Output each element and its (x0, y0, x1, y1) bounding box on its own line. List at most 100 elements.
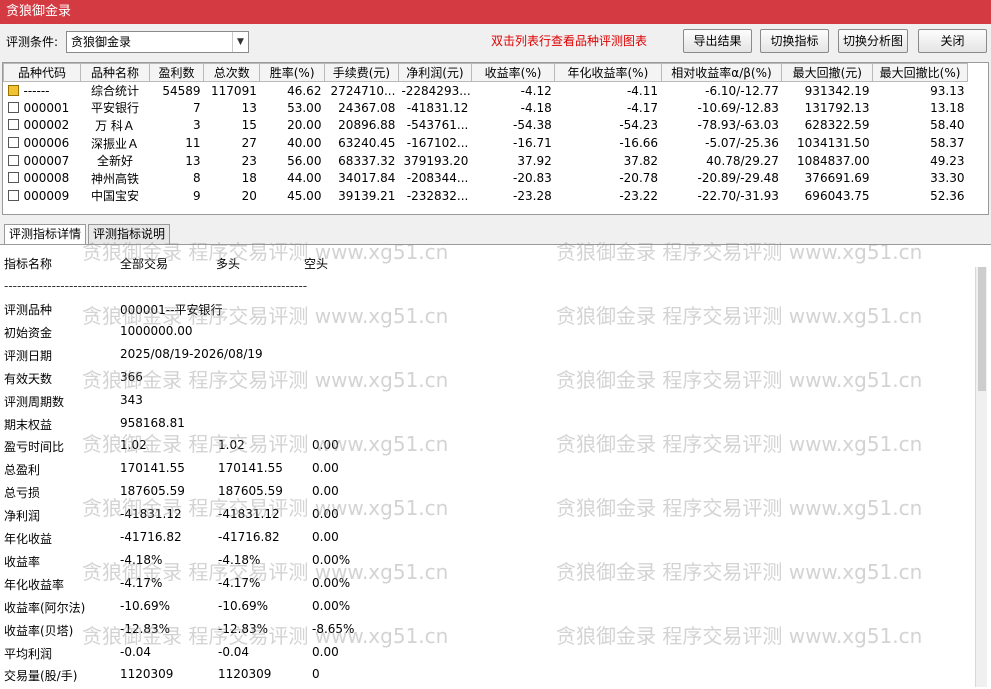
cell-code: 000001 (4, 99, 81, 117)
cell-value: 33.30 (873, 169, 968, 187)
col-header[interactable]: 收益率(%) (470, 63, 556, 82)
col-header[interactable]: 盈利数 (148, 63, 205, 82)
cell-value: -10.69/-12.83 (661, 99, 782, 117)
cell-value: 52.36 (873, 187, 968, 205)
export-button[interactable]: 导出结果 (683, 29, 752, 53)
detail-value-short: 0.00 (312, 438, 339, 453)
cell-text: 93.13 (930, 83, 965, 98)
col-header[interactable]: 总次数 (203, 63, 261, 82)
cell-value: 27 (204, 134, 260, 152)
table-row[interactable]: 000008 神州高铁 8 18 44.00 34017.84 -208344... -20.… (4, 169, 968, 187)
cell-value: 58.40 (873, 117, 968, 135)
tab-indicator-detail[interactable]: 评测指标详情 (4, 224, 87, 245)
detail-scrollbar[interactable] (975, 267, 987, 687)
cell-name: 平安银行 (81, 99, 150, 117)
cell-text: 37.92 (517, 153, 552, 168)
col-header[interactable]: 相对收益率α/β(%) (660, 63, 783, 82)
table-row[interactable]: 000007 全新好 13 23 56.00 68337.32 379193.20 37.92… (4, 152, 968, 170)
cell-text: 3 (192, 118, 201, 133)
cell-value: 37.82 (555, 152, 661, 170)
tab-indicator-explain[interactable]: 评测指标说明 (88, 224, 171, 244)
stock-icon (7, 119, 19, 131)
detail-value-all: -4.17% (120, 575, 163, 590)
detail-label: 净利润 (4, 509, 41, 524)
cell-value: -6.10/-12.77 (661, 82, 782, 100)
cell-text: 58.40 (930, 118, 965, 133)
cell-text: 54589 (162, 83, 201, 98)
condition-select-value: 贪狼御金录 (71, 35, 132, 49)
cell-text: -4.18 (520, 100, 552, 115)
cell-text: 379193.20 (403, 153, 469, 168)
cell-text: 13.18 (930, 100, 965, 115)
cell-name: 深振业Ａ (81, 134, 150, 152)
cell-text: -5.07/-25.36 (705, 136, 779, 151)
cell-value: 931342.19 (782, 82, 873, 100)
cell-value: 13 (204, 99, 260, 117)
detail-value-long: -4.18% (218, 552, 261, 567)
cell-value: 34017.84 (324, 169, 398, 187)
cell-value: 20 (204, 187, 260, 205)
col-header[interactable]: 最大回撤比(%) (872, 63, 968, 82)
detail-label: 交易量(股/手) (4, 669, 78, 684)
detail-panel[interactable]: 指标名称 全部交易 多头 空头 ------------------------… (0, 244, 991, 689)
col-header[interactable]: 品种代码 (3, 63, 82, 82)
cell-value: -2284293... (398, 82, 471, 100)
cell-text: 628322.59 (804, 118, 870, 133)
table-row[interactable]: 000002 万 科Ａ 3 15 20.00 20896.88 -543761... -54.… (4, 117, 968, 135)
switch-chart-button[interactable]: 切换分析图 (838, 29, 908, 53)
switch-indicator-button[interactable]: 切换指标 (760, 29, 829, 53)
cell-value: 1034131.50 (782, 134, 873, 152)
cell-value: -22.70/-31.93 (661, 187, 782, 205)
cell-code: 000007 (4, 152, 81, 170)
table-row[interactable]: 000001 平安银行 7 13 53.00 24367.08 -41831.12 -4.18… (4, 99, 968, 117)
cell-text: 000006 (23, 136, 70, 151)
cell-text: -23.28 (513, 188, 552, 203)
cell-text: -41831.12 (406, 100, 469, 115)
summary-icon (7, 84, 19, 96)
cell-text: 46.62 (287, 83, 322, 98)
cell-text: -167102... (406, 136, 469, 151)
chevron-down-icon[interactable]: ▼ (232, 32, 248, 52)
detail-value-all: 1120309 (120, 667, 174, 682)
cell-value: 54589 (149, 82, 203, 100)
cell-text: 神州高铁 (90, 171, 139, 186)
cell-text: 931342.19 (804, 83, 870, 98)
cell-value: -208344... (398, 169, 471, 187)
cell-text: 7 (192, 100, 201, 115)
col-header[interactable]: 品种名称 (80, 63, 150, 82)
col-header[interactable]: 胜率(%) (259, 63, 325, 82)
cell-text: 40.00 (287, 136, 322, 151)
cell-value: 68337.32 (324, 152, 398, 170)
col-header[interactable]: 净利润(元) (397, 63, 472, 82)
detail-value: 343 (120, 392, 143, 407)
col-header[interactable]: 最大回撤(元) (781, 63, 874, 82)
cell-value: 3 (149, 117, 203, 135)
col-header[interactable]: 年化收益率(%) (554, 63, 662, 82)
condition-select[interactable]: 贪狼御金录 ▼ (66, 31, 249, 53)
cell-text: 平安银行 (90, 101, 139, 116)
detail-value-all: 170141.55 (120, 461, 185, 476)
scrollbar-thumb[interactable] (978, 267, 986, 391)
results-table[interactable]: 品种代码 品种名称 盈利数 总次数 胜率(%) 手续费(元) 净利润(元) 收益… (2, 62, 989, 215)
cell-value: -54.38 (471, 117, 554, 135)
cell-code: 000002 (4, 117, 81, 135)
cell-value: -5.07/-25.36 (661, 134, 782, 152)
cell-text: -20.83 (513, 171, 552, 186)
table-row[interactable]: ------ 综合统计 54589 117091 46.62 2724710... -228… (4, 82, 968, 100)
cell-text: 44.00 (287, 171, 322, 186)
table-body: ------ 综合统计 54589 117091 46.62 2724710... -228… (4, 82, 968, 205)
close-button[interactable]: 关闭 (918, 29, 987, 53)
cell-code: ------ (4, 82, 81, 100)
cell-text: 1084837.00 (797, 153, 870, 168)
detail-value: 958168.81 (120, 415, 185, 430)
cell-value: 49.23 (873, 152, 968, 170)
cell-value: 15 (204, 117, 260, 135)
table-row[interactable]: 000006 深振业Ａ 11 27 40.00 63240.45 -167102... -16… (4, 134, 968, 152)
cell-value: 696043.75 (782, 187, 873, 205)
col-header[interactable]: 手续费(元) (323, 63, 399, 82)
table-row[interactable]: 000009 中国宝安 9 20 45.00 39139.21 -232832... -23.… (4, 187, 968, 205)
cell-name: 万 科Ａ (81, 117, 150, 135)
toolbar: 评测条件: 贪狼御金录 ▼ 双击列表行查看品种评测图表 导出结果 切换指标 切换… (0, 24, 991, 60)
detail-value-short: 0.00 (312, 507, 339, 522)
detail-value-all: -41716.82 (120, 530, 182, 544)
